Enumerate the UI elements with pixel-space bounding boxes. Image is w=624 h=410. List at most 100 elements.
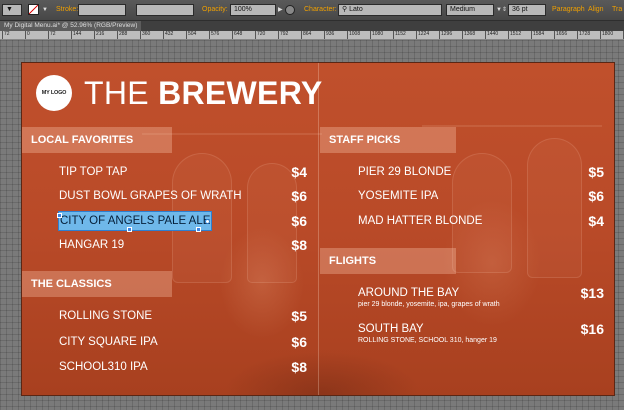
- document-tab-bar: My Digital Menu.ai* @ 52.96% (RGB/Previe…: [0, 21, 624, 31]
- ruler-tick: 1800: [600, 31, 613, 39]
- list-item: HANGAR 19 $8: [59, 236, 307, 254]
- text-overflow-anchor[interactable]: [205, 219, 210, 224]
- section-heading-local-favorites: LOCAL FAVORITES: [22, 127, 172, 153]
- selection-handle[interactable]: [127, 227, 132, 232]
- search-icon: ⚲: [342, 6, 348, 13]
- item-price: $5: [588, 164, 604, 180]
- list-item: SCHOOL310 IPA $8: [59, 358, 307, 376]
- item-detail: pier 29 blonde, yosemite, ipa, grapes of…: [358, 301, 500, 308]
- item-name: DUST BOWL GRAPES OF WRATH: [59, 190, 242, 202]
- ruler-tick: 792: [278, 31, 288, 39]
- font-style-dropdown[interactable]: Medium: [446, 4, 494, 16]
- item-price: $4: [291, 164, 307, 180]
- selection-handle[interactable]: [196, 227, 201, 232]
- font-family-value: Lato: [349, 6, 363, 13]
- ruler-tick: 1440: [485, 31, 498, 39]
- ruler-tick: 0: [25, 31, 30, 39]
- ruler-tick: 1512: [508, 31, 521, 39]
- item-price: $5: [291, 308, 307, 324]
- section-heading-flights: FLIGHTS: [320, 248, 456, 274]
- item-price: $6: [291, 188, 307, 204]
- item-price: $6: [588, 188, 604, 204]
- background-tank: [527, 138, 582, 278]
- align-label[interactable]: Align: [588, 4, 604, 16]
- recolor-icon[interactable]: [285, 5, 295, 15]
- fill-dropdown[interactable]: ▼: [2, 4, 22, 16]
- ruler-tick: 1728: [577, 31, 590, 39]
- item-name: ROLLING STONE: [59, 310, 153, 322]
- list-item: CITY SQUARE IPA $6: [59, 333, 307, 351]
- item-price: $13: [580, 285, 604, 301]
- ruler-tick: 288: [117, 31, 127, 39]
- ruler-tick: 1008: [347, 31, 360, 39]
- selection-handle[interactable]: [57, 213, 62, 218]
- ruler-tick: 360: [140, 31, 150, 39]
- character-label[interactable]: Character:: [304, 4, 337, 16]
- ruler-tick: 720: [255, 31, 265, 39]
- variable-width-dropdown[interactable]: [136, 4, 194, 16]
- ruler-tick: 864: [301, 31, 311, 39]
- ruler-tick: 72: [2, 31, 10, 39]
- ruler-tick: 72: [48, 31, 56, 39]
- section-heading-staff-picks: STAFF PICKS: [320, 127, 456, 153]
- control-bar: ▼ ▼ Stroke: Opacity: 100% ▶ Character: ⚲…: [0, 0, 624, 21]
- logo: MY LOGO: [36, 75, 72, 111]
- ruler-tick: 1152: [393, 31, 406, 39]
- item-name: YOSEMITE IPA: [358, 190, 439, 202]
- ruler-tick: 648: [232, 31, 242, 39]
- section-heading-the-classics: THE CLASSICS: [22, 271, 172, 297]
- horizontal-ruler[interactable]: 72 0 72 144 216 288 360 432 504 576 648 720 792 864 93…: [0, 31, 624, 40]
- ruler-tick: 1584: [531, 31, 544, 39]
- paragraph-label[interactable]: Paragraph: [552, 4, 585, 16]
- list-item: CITY OF ANGELS PALE ALE $6: [57, 211, 307, 231]
- selected-text-item-name[interactable]: CITY OF ANGELS PALE ALE: [57, 211, 213, 231]
- ruler-tick: 432: [163, 31, 173, 39]
- font-size-stepper-icon[interactable]: ⇕: [502, 4, 507, 16]
- none-stroke-icon: [28, 4, 39, 15]
- font-family-field[interactable]: ⚲ Lato: [338, 4, 442, 16]
- item-price: $8: [291, 359, 307, 375]
- ruler-tick: 936: [324, 31, 334, 39]
- stroke-weight-field[interactable]: [78, 4, 126, 16]
- list-item: SOUTH BAY $16 ROLLING STONE, SCHOOL 310,…: [358, 320, 604, 344]
- opacity-label[interactable]: Opacity:: [202, 4, 228, 16]
- item-name: SCHOOL310 IPA: [59, 361, 148, 373]
- list-item: MAD HATTER BLONDE $4: [358, 212, 604, 230]
- item-name: CITY SQUARE IPA: [59, 336, 158, 348]
- font-size-field[interactable]: 36 pt: [508, 4, 546, 16]
- menu-artboard[interactable]: MY LOGO THE BREWERY LOCAL FAVORITES TIP …: [21, 62, 615, 396]
- ruler-tick: 1656: [554, 31, 567, 39]
- ruler-tick: 1368: [462, 31, 475, 39]
- stroke-label[interactable]: Stroke:: [56, 4, 78, 16]
- item-price: $6: [291, 334, 307, 350]
- opacity-arrow-icon[interactable]: ▶: [278, 4, 283, 16]
- item-price: $4: [588, 213, 604, 229]
- ruler-tick: 216: [94, 31, 104, 39]
- list-item: DUST BOWL GRAPES OF WRATH $6: [59, 187, 307, 205]
- list-item: AROUND THE BAY $13 pier 29 blonde, yosem…: [358, 284, 604, 308]
- item-name: TIP TOP TAP: [59, 166, 128, 178]
- ruler-tick: 504: [186, 31, 196, 39]
- transform-label[interactable]: Tra: [612, 4, 622, 16]
- ruler-tick: 1224: [416, 31, 429, 39]
- item-name: PIER 29 BLONDE: [358, 166, 452, 178]
- opacity-field[interactable]: 100%: [230, 4, 276, 16]
- ruler-tick: 1080: [370, 31, 383, 39]
- ruler-tick: 1296: [439, 31, 452, 39]
- list-item: TIP TOP TAP $4: [59, 163, 307, 181]
- list-item: ROLLING STONE $5: [59, 307, 307, 325]
- ruler-tick: 144: [71, 31, 81, 39]
- title-light: THE: [84, 75, 159, 111]
- item-price: $8: [291, 237, 307, 253]
- item-detail: ROLLING STONE, SCHOOL 310, hanger 19: [358, 337, 497, 344]
- list-item: PIER 29 BLONDE $5: [358, 163, 604, 181]
- stroke-swatch[interactable]: [28, 4, 39, 16]
- page-title: THE BREWERY: [84, 73, 323, 113]
- list-item: YOSEMITE IPA $6: [358, 187, 604, 205]
- item-name: MAD HATTER BLONDE: [358, 215, 483, 227]
- document-tab[interactable]: My Digital Menu.ai* @ 52.96% (RGB/Previe…: [0, 21, 142, 31]
- stroke-arrow-icon[interactable]: ▼: [42, 4, 48, 16]
- item-price: $16: [580, 321, 604, 337]
- ruler-tick: 576: [209, 31, 219, 39]
- title-bold: BREWERY: [158, 75, 323, 111]
